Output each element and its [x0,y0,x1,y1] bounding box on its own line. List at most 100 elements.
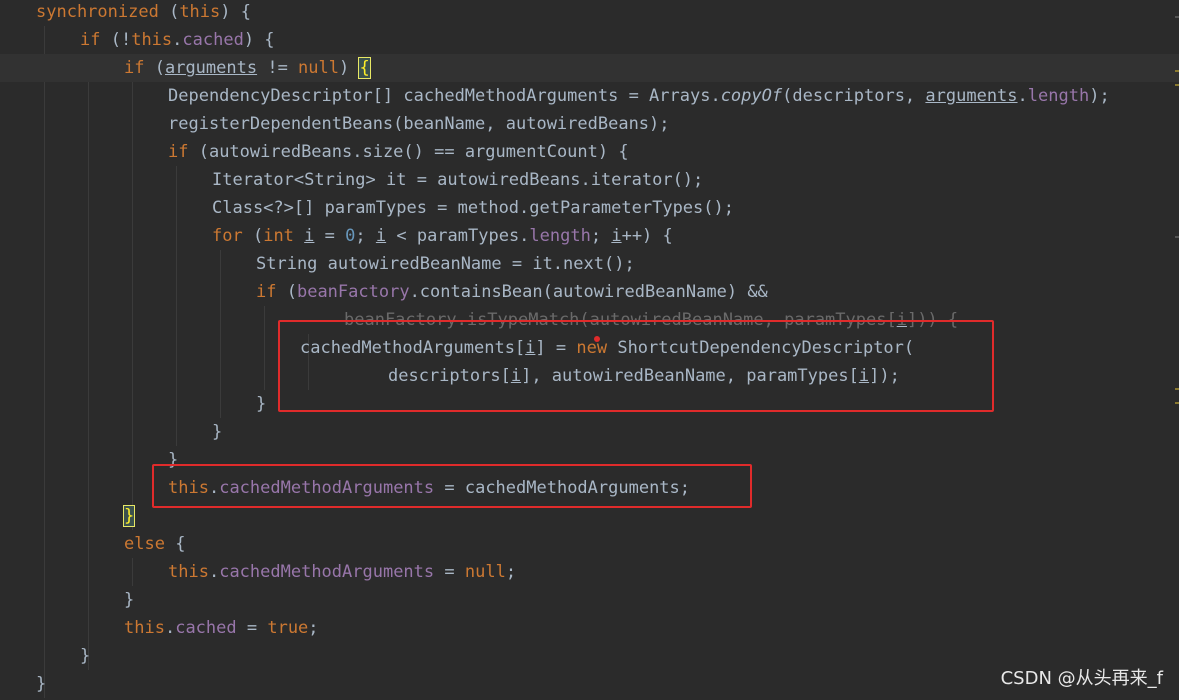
code-line[interactable]: if (arguments != null) { [0,54,1179,82]
code-line[interactable]: } [0,390,1179,418]
code-token: ( [158,2,180,22]
code-line[interactable]: beanFactory.isTypeMatch(autowiredBeanNam… [0,306,1179,334]
code-token: ]); [869,366,900,386]
code-token: copyOf [720,86,783,106]
code-text: for (int i = 0; i < paramTypes.length; i… [212,222,673,250]
code-text: if (arguments != null) { [124,54,371,82]
code-token: { [164,534,186,554]
code-text: registerDependentBeans(beanName, autowir… [168,110,670,138]
code-text: synchronized (this) { [36,0,251,26]
scrollbar-marker[interactable] [1175,84,1179,86]
code-token: ; [505,562,517,582]
code-token: ( [144,58,165,78]
code-line[interactable]: this.cachedMethodArguments = null; [0,558,1179,586]
code-token: } [122,505,136,527]
code-token: ] = [535,338,577,358]
code-text: else { [124,530,185,558]
code-text: this.cachedMethodArguments = cachedMetho… [168,474,690,502]
code-token: ) { [220,2,251,22]
code-text: this.cached = true; [124,614,319,642]
code-line[interactable]: this.cached = true; [0,614,1179,642]
field-token: cachedMethodArguments [219,478,435,498]
code-token: i [304,226,315,246]
code-token: ; [355,226,376,246]
code-token: ( [276,282,297,302]
code-token: Iterator<String> it = autowiredBeans.ite… [212,170,704,190]
code-line[interactable]: if (beanFactory.containsBean(autowiredBe… [0,278,1179,306]
scrollbar-marker[interactable] [1175,236,1179,238]
code-line[interactable]: this.cachedMethodArguments = cachedMetho… [0,474,1179,502]
field-token: beanFactory [296,282,410,302]
code-token: Class<?>[] paramTypes = method.getParame… [212,198,734,218]
code-token: .containsBean(autowiredBeanName) && [409,282,768,302]
code-token: .isTypeMatch(autowiredBeanName, paramTyp… [456,310,897,330]
code-line[interactable]: } [0,418,1179,446]
code-token: ++) { [621,226,673,246]
code-line[interactable]: Class<?>[] paramTypes = method.getParame… [0,194,1179,222]
code-token: } [212,422,223,442]
code-line[interactable]: if (autowiredBeans.size() == argumentCou… [0,138,1179,166]
code-text: beanFactory.isTypeMatch(autowiredBeanNam… [344,306,958,334]
scrollbar-marker[interactable] [1175,402,1179,404]
code-line[interactable]: synchronized (this) { [0,0,1179,26]
code-token: . [172,30,183,50]
code-token: ShortcutDependencyDescriptor( [607,338,915,358]
code-token: i [525,338,536,358]
code-text: } [36,670,46,698]
code-line[interactable]: Iterator<String> it = autowiredBeans.ite… [0,166,1179,194]
breakpoint-marker-icon[interactable] [594,336,600,342]
code-token: (descriptors, [782,86,926,106]
keyword-token: if [80,30,101,50]
code-text: if (beanFactory.containsBean(autowiredBe… [256,278,768,306]
code-token: = [434,562,465,582]
keyword-token: if [168,142,189,162]
code-token: } [168,450,179,470]
keyword-token: this [124,618,165,638]
keyword-token: this [179,2,221,22]
code-line[interactable]: String autowiredBeanName = it.next(); [0,250,1179,278]
code-text: DependencyDescriptor[] cachedMethodArgum… [168,82,1110,110]
code-token: arguments [925,86,1018,106]
code-token: i [510,366,522,386]
code-token: i [896,310,907,330]
scrollbar-marker[interactable] [1175,70,1179,72]
code-line[interactable]: } [0,586,1179,614]
code-token: } [124,590,135,610]
code-line[interactable]: for (int i = 0; i < paramTypes.length; i… [0,222,1179,250]
code-line[interactable]: } [0,446,1179,474]
scrollbar-marker[interactable] [1175,16,1179,18]
code-line[interactable]: descriptors[i], autowiredBeanName, param… [0,362,1179,390]
code-text: } [122,502,136,530]
keyword-token: null [298,58,339,78]
code-text: } [212,418,222,446]
code-line[interactable]: registerDependentBeans(beanName, autowir… [0,110,1179,138]
code-token: descriptors[ [388,366,511,386]
code-text: } [256,390,266,418]
code-token: < paramTypes. [386,226,530,246]
code-line[interactable]: DependencyDescriptor[] cachedMethodArgum… [0,82,1179,110]
keyword-token: int [263,226,294,246]
code-token: i [858,366,870,386]
keyword-token: new [576,338,608,358]
watermark: CSDN @从头再来_f [1000,668,1163,689]
field-token: cached [182,30,244,50]
code-token: . [164,618,176,638]
code-token: { [358,57,371,79]
scrollbar-marker[interactable] [1175,388,1179,390]
code-token: ) { [243,30,275,50]
code-line[interactable]: } [0,502,1179,530]
code-token: ; [308,618,319,638]
code-token: (autowiredBeans.size() == argumentCount)… [188,142,629,162]
code-editor[interactable]: synchronized (this) {if (!this.cached) {… [0,0,1179,700]
code-text: if (!this.cached) { [80,26,275,54]
code-line[interactable]: cachedMethodArguments[i] = new ShortcutD… [0,334,1179,362]
code-line[interactable]: if (!this.cached) { [0,26,1179,54]
code-token: ])) { [906,310,959,330]
keyword-token: null [464,562,506,582]
code-text: cachedMethodArguments[i] = new ShortcutD… [300,334,914,362]
code-text: } [80,642,90,670]
code-token: } [80,646,91,666]
keyword-token: for [212,226,243,246]
code-token: ); [1089,86,1110,106]
code-line[interactable]: else { [0,530,1179,558]
